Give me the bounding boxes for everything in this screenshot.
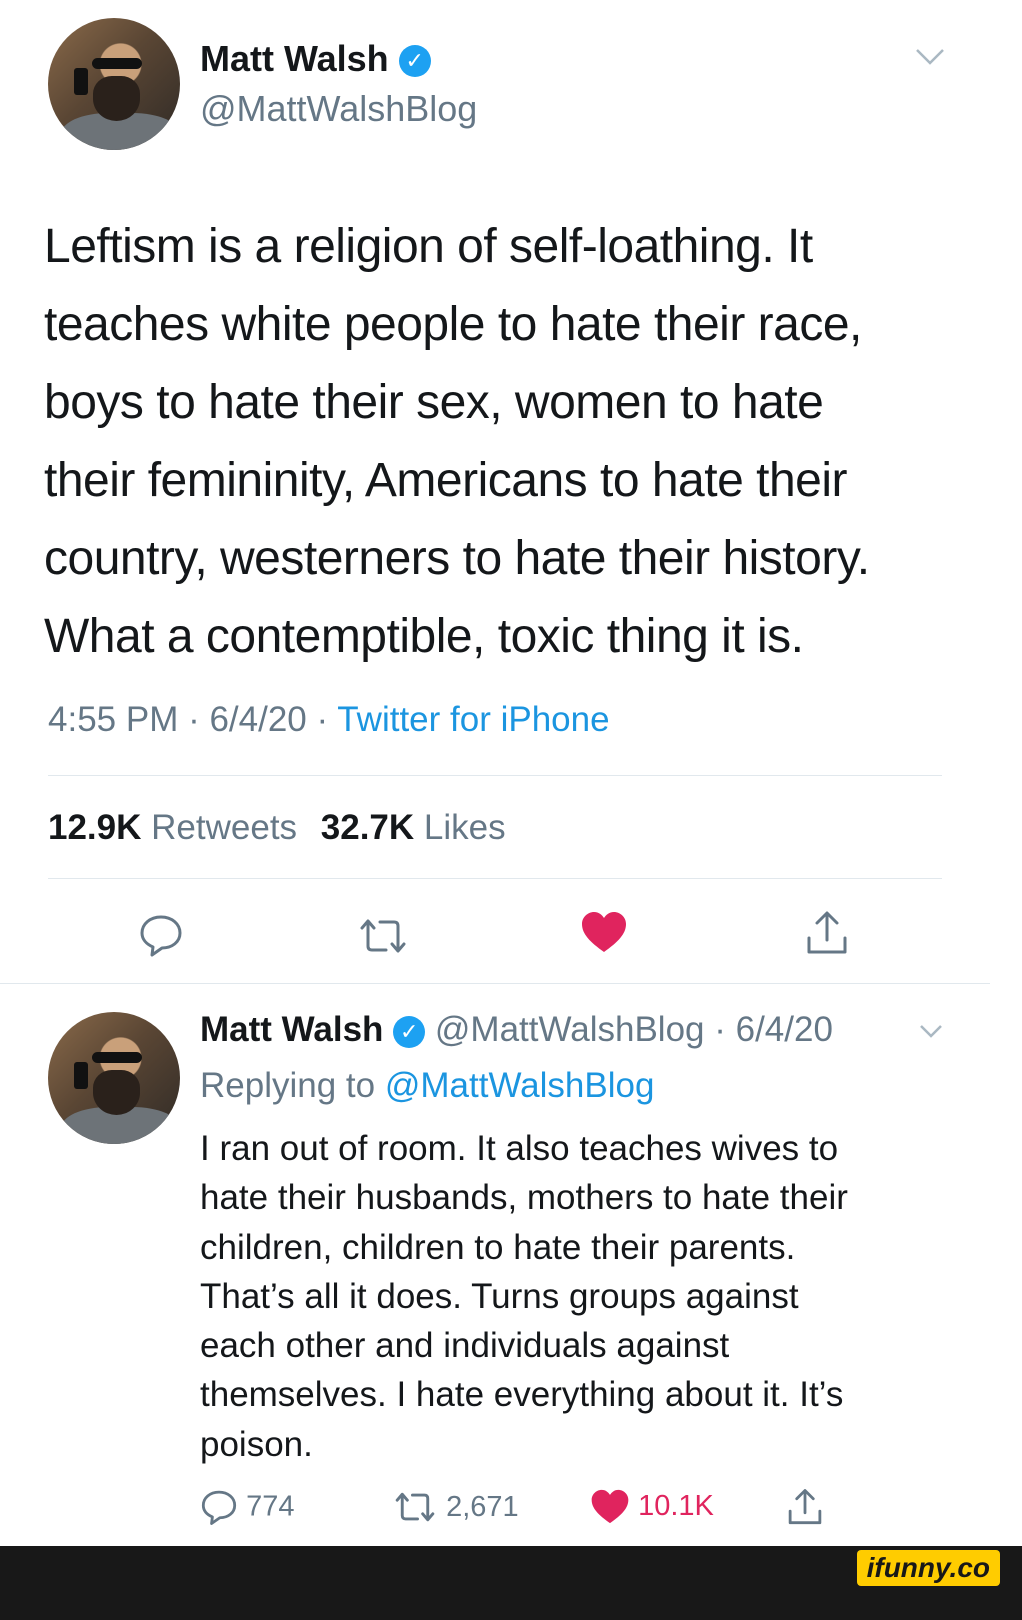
tweet-text-line: Leftism is a religion of self-loathing. … bbox=[44, 220, 813, 273]
tweet-text-line: country, westerners to hate their histor… bbox=[44, 532, 870, 585]
heart-icon bbox=[590, 1488, 630, 1525]
author-name[interactable]: Matt Walsh bbox=[200, 38, 389, 79]
tweet-text-line: What a contemptible, toxic thing it is. bbox=[44, 610, 804, 663]
reply-author-name[interactable]: Matt Walsh bbox=[200, 1010, 383, 1049]
retweets-count: 12.9K bbox=[48, 808, 142, 847]
reply-text-line: themselves. I hate everything about it. … bbox=[200, 1375, 844, 1415]
replying-handle[interactable]: @MattWalshBlog bbox=[385, 1066, 655, 1105]
likes-stat[interactable]: 32.7K Likes bbox=[321, 808, 506, 847]
source-link[interactable]: Twitter for iPhone bbox=[337, 700, 609, 739]
reply-text-line: That’s all it does. Turns groups against bbox=[200, 1276, 799, 1316]
retweet-icon bbox=[392, 1490, 438, 1524]
reply-icon bbox=[200, 1488, 238, 1526]
divider bbox=[48, 878, 942, 879]
watermark-logo: ifunny.co bbox=[856, 1550, 1000, 1586]
share-icon[interactable] bbox=[804, 910, 850, 956]
like-count: 10.1K bbox=[638, 1490, 714, 1522]
verified-badge-icon: ✓ bbox=[393, 1015, 426, 1048]
retweet-count: 2,671 bbox=[446, 1490, 519, 1523]
reply-text-line: hate their husbands, mothers to hate the… bbox=[200, 1178, 848, 1218]
retweet-icon[interactable] bbox=[356, 916, 410, 956]
share-icon[interactable] bbox=[786, 1488, 824, 1526]
replying-prefix: Replying to bbox=[200, 1066, 376, 1105]
reply-text-line: poison. bbox=[200, 1424, 313, 1464]
author-handle[interactable]: @MattWalshBlog bbox=[200, 88, 477, 130]
reply-text-line: each other and individuals against bbox=[200, 1326, 730, 1366]
tweet-text-line: teaches white people to hate their race, bbox=[44, 298, 862, 351]
reply-author-row: Matt Walsh ✓ @MattWalshBlog · 6/4/20 bbox=[200, 1010, 833, 1050]
heart-icon[interactable] bbox=[580, 910, 628, 954]
author-name-row: Matt Walsh ✓ bbox=[200, 38, 431, 80]
replying-to: Replying to @MattWalshBlog bbox=[200, 1066, 654, 1106]
retweets-stat[interactable]: 12.9K Retweets bbox=[48, 808, 307, 847]
retweets-label: Retweets bbox=[151, 808, 298, 847]
divider bbox=[48, 775, 942, 776]
avatar[interactable] bbox=[48, 18, 180, 150]
tweet-text: Leftism is a religion of self-loathing. … bbox=[44, 208, 870, 676]
divider bbox=[0, 983, 990, 984]
likes-count: 32.7K bbox=[320, 808, 415, 847]
tweet-text-line: their femininity, Americans to hate thei… bbox=[44, 454, 847, 507]
reply-icon[interactable] bbox=[138, 912, 184, 958]
timestamp[interactable]: 4:55 PM · 6/4/20 · bbox=[48, 700, 328, 739]
reply-text-line: I ran out of room. It also teaches wives… bbox=[200, 1129, 839, 1168]
stats-row: 12.9K Retweets 32.7K Likes bbox=[48, 808, 506, 848]
reply-text: I ran out of room. It also teaches wives… bbox=[200, 1124, 848, 1469]
retweet-action[interactable]: 2,671 bbox=[392, 1490, 519, 1530]
reply-text-line: children, children to hate their parents… bbox=[200, 1227, 796, 1267]
timestamp-row: 4:55 PM · 6/4/20 · Twitter for iPhone bbox=[48, 700, 610, 740]
reply-action[interactable]: 774 bbox=[200, 1488, 294, 1528]
chevron-down-icon[interactable] bbox=[918, 1022, 944, 1040]
tweet-text-line: boys to hate their sex, women to hate bbox=[44, 376, 824, 429]
watermark-text: ifunny.co bbox=[866, 1552, 990, 1583]
verified-badge-icon: ✓ bbox=[398, 45, 431, 78]
reply-count: 774 bbox=[246, 1490, 295, 1523]
likes-label: Likes bbox=[423, 808, 506, 847]
avatar[interactable] bbox=[48, 1012, 180, 1144]
chevron-down-icon[interactable] bbox=[914, 46, 946, 68]
reply-handle-date[interactable]: @MattWalshBlog · 6/4/20 bbox=[435, 1010, 833, 1049]
like-action[interactable]: 10.1K bbox=[590, 1488, 714, 1528]
